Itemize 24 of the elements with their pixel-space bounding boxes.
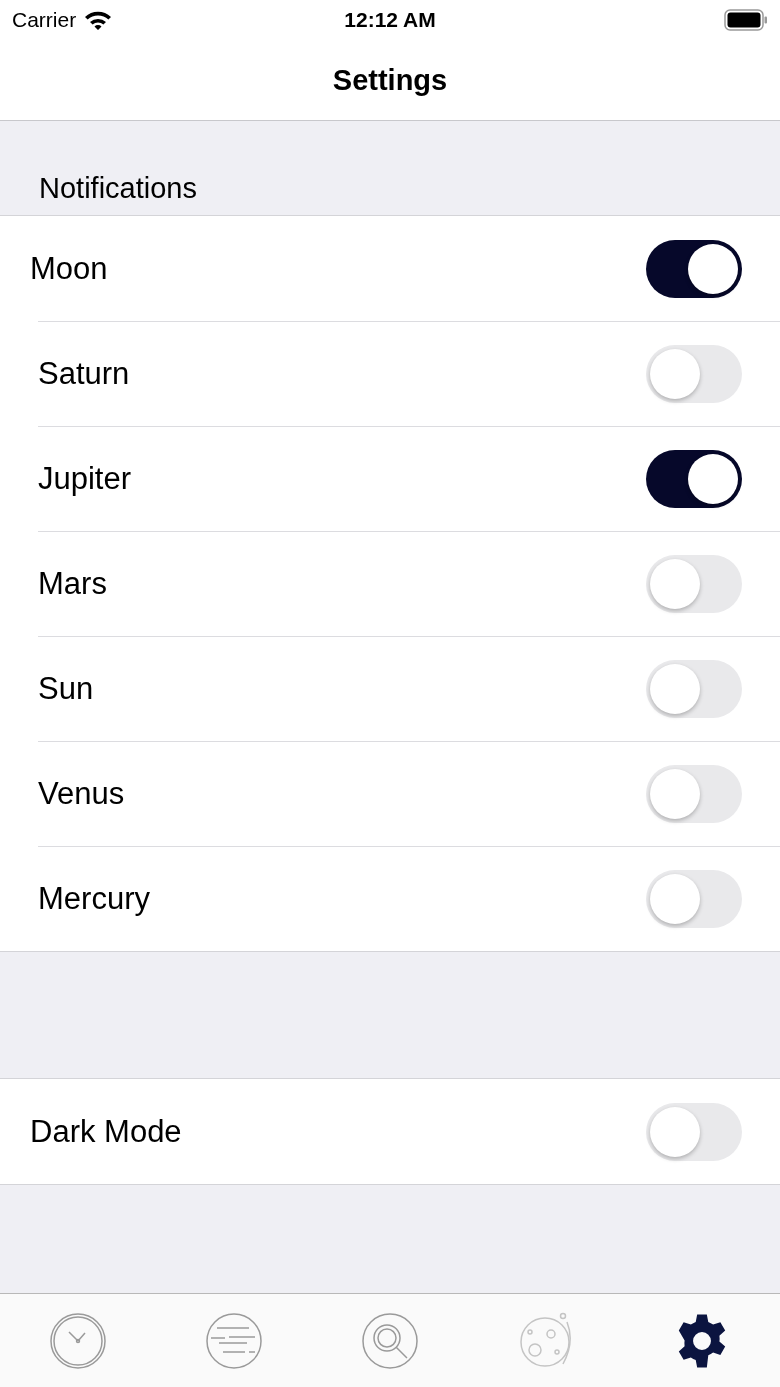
setting-label: Dark Mode xyxy=(30,1113,182,1150)
section-header: Notifications xyxy=(39,172,197,205)
battery-icon xyxy=(724,9,768,31)
toggle-switch[interactable] xyxy=(646,765,742,823)
clock-icon xyxy=(49,1311,107,1370)
setting-label: Mercury xyxy=(38,881,150,917)
toggle-switch[interactable] xyxy=(646,870,742,928)
setting-label: Saturn xyxy=(38,356,130,392)
setting-label: Mars xyxy=(38,566,107,602)
toggle-switch[interactable] xyxy=(646,555,742,613)
screen-title: Settings xyxy=(332,63,448,97)
status-time: 12:12 AM xyxy=(344,8,436,32)
setting-label: Venus xyxy=(38,776,125,812)
setting-label: Jupiter xyxy=(38,461,132,497)
carrier-label: Carrier xyxy=(12,8,77,32)
search-icon xyxy=(361,1311,419,1370)
wifi-icon xyxy=(84,10,113,30)
toggle-switch[interactable] xyxy=(646,345,742,403)
planet-icon xyxy=(205,1311,263,1370)
toggle-switch[interactable] xyxy=(646,660,742,718)
setting-label: Sun xyxy=(38,671,94,707)
setting-label: Moon xyxy=(30,250,108,287)
toggle-switch[interactable] xyxy=(646,239,742,298)
toggle-switch[interactable] xyxy=(646,450,742,508)
